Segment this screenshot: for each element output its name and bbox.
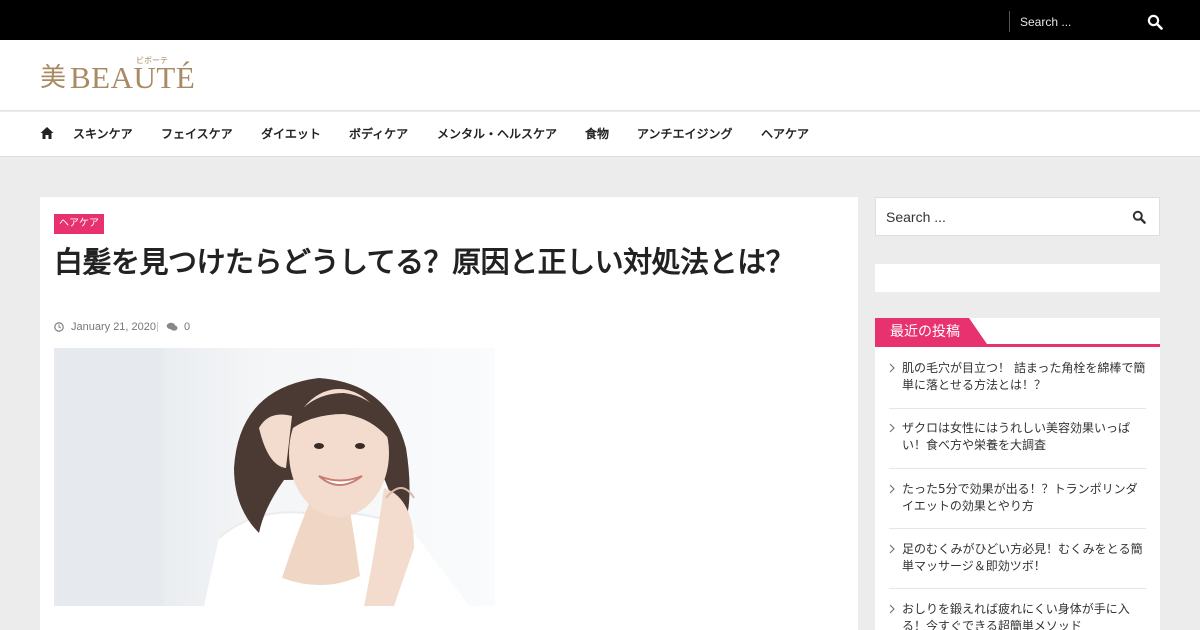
article-title: 白髪を見つけたらどうしてる？原因と正しい対処法とは？ (54, 245, 795, 279)
search-icon[interactable] (1132, 210, 1146, 224)
site-header: 美 BEAUTÉ ビボーテ (0, 40, 1200, 111)
nav-item-food[interactable]: 食物 (585, 126, 609, 142)
recent-posts-widget: 最近の投稿 肌の毛穴が目立つ！ 詰まった角栓を綿棒で簡単に落とせる方法とは！？ … (875, 318, 1160, 630)
nav-item-facecare[interactable]: フェイスケア (161, 126, 233, 142)
comments-icon (166, 322, 178, 331)
nav-item-mental-healthcare[interactable]: メンタル・ヘルスケア (437, 126, 557, 142)
chevron-right-icon (889, 423, 895, 433)
category-badge[interactable]: ヘアケア (54, 214, 104, 234)
comment-count[interactable]: 0 (184, 320, 190, 334)
top-bar (0, 0, 1200, 40)
recent-post-item[interactable]: おしりを鍛えれば疲れにくい身体が手に入る！今すぐできる超簡単メソッド (889, 601, 1146, 630)
home-icon[interactable] (40, 126, 54, 140)
recent-post-item[interactable]: 足のむくみがひどい方必見！むくみをとる簡単マッサージ＆即効ツボ！ (889, 541, 1146, 589)
recent-post-link[interactable]: ザクロは女性にはうれしい美容効果いっぱい！食べ方や栄養を大調査 (902, 420, 1146, 454)
nav-item-antiaging[interactable]: アンチエイジング (637, 126, 733, 142)
article-card: ヘアケア 白髪を見つけたらどうしてる？原因と正しい対処法とは？ January … (40, 197, 858, 630)
search-icon[interactable] (1147, 14, 1163, 30)
post-date[interactable]: January 21, 2020 (71, 320, 156, 334)
recent-post-item[interactable]: ザクロは女性にはうれしい美容効果いっぱい！食べ方や栄養を大調査 (889, 420, 1146, 469)
chevron-right-icon (889, 604, 895, 614)
featured-image (54, 348, 495, 606)
nav-item-diet[interactable]: ダイエット (261, 126, 321, 142)
nav-item-bodycare[interactable]: ボディケア (349, 126, 408, 142)
logo-kanji: 美 (40, 63, 67, 93)
sidebar-search-input[interactable] (886, 198, 1116, 235)
recent-post-link[interactable]: たった5分で効果が出る！？トランポリンダイエットの効果とやり方 (902, 481, 1146, 515)
recent-posts-header: 最近の投稿 (875, 318, 1160, 347)
logo-word: BEAUTÉ (70, 60, 196, 95)
top-search-form (1009, 11, 1169, 32)
meta-divider (157, 322, 158, 332)
chevron-right-icon (889, 544, 895, 554)
sidebar-empty-widget (875, 264, 1160, 292)
recent-post-link[interactable]: おしりを鍛えれば疲れにくい身体が手に入る！今すぐできる超簡単メソッド (902, 601, 1146, 630)
recent-post-link[interactable]: 肌の毛穴が目立つ！ 詰まった角栓を綿棒で簡単に落とせる方法とは！？ (902, 360, 1146, 394)
nav-item-skincare[interactable]: スキンケア (73, 126, 133, 142)
logo-ruby: ビボーテ (136, 56, 168, 65)
top-search-input[interactable] (1020, 11, 1140, 32)
clock-icon (54, 322, 64, 332)
recent-post-item[interactable]: たった5分で効果が出る！？トランポリンダイエットの効果とやり方 (889, 481, 1146, 529)
recent-post-item[interactable]: 肌の毛穴が目立つ！ 詰まった角栓を綿棒で簡単に落とせる方法とは！？ (889, 360, 1146, 409)
chevron-right-icon (889, 484, 895, 494)
chevron-right-icon (889, 363, 895, 373)
sidebar-search (875, 197, 1160, 236)
main-nav: スキンケア フェイスケア ダイエット ボディケア メンタル・ヘルスケア 食物 ア… (0, 112, 1200, 157)
nav-item-haircare[interactable]: ヘアケア (761, 126, 809, 142)
recent-post-link[interactable]: 足のむくみがひどい方必見！むくみをとる簡単マッサージ＆即効ツボ！ (902, 541, 1146, 575)
recent-posts-title: 最近の投稿 (890, 324, 960, 340)
site-logo[interactable]: 美 BEAUTÉ ビボーテ (40, 56, 196, 96)
